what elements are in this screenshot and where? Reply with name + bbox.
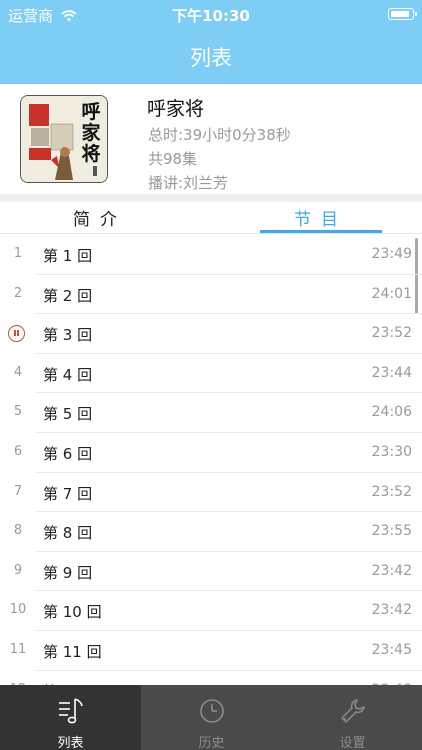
episode-number: 11 — [9, 641, 27, 657]
pause-icon[interactable] — [8, 325, 25, 343]
episode-row[interactable]: 第 3 回 23:52 — [8, 314, 422, 354]
episode-duration: 23:42 — [371, 562, 412, 579]
tabbar-item-list[interactable]: 列表 — [0, 685, 141, 750]
episode-row[interactable]: 1 第 1 回 23:49 — [14, 235, 422, 275]
tab-active-indicator — [260, 230, 382, 233]
book-info: 呼家将 呼家将 总时:39小时0分38秒 共98集 播讲:刘兰芳 — [0, 84, 422, 194]
music-list-icon — [58, 698, 83, 724]
episode-number: 4 — [13, 364, 23, 380]
episode-number: 5 — [13, 404, 23, 420]
episode-number: 1 — [13, 246, 23, 261]
tabbar-item-settings[interactable]: 设置 — [282, 685, 422, 750]
episode-title: 第 1 回 — [43, 247, 93, 265]
episode-title: 第 6 回 — [43, 444, 93, 463]
episode-title: 第 8 回 — [43, 524, 93, 543]
episode-title: 第 10 回 — [43, 603, 102, 622]
status-time: 下午10:30 — [172, 7, 250, 25]
header: 运营商 下午10:30 列表 — [0, 0, 422, 84]
episode-duration: 23:49 — [371, 246, 412, 262]
status-bar: 运营商 下午10:30 — [0, 0, 422, 28]
section-divider — [0, 194, 422, 202]
book-cover: 呼家将 — [20, 95, 108, 183]
tab-bar: 列表 历史 设置 — [0, 685, 422, 750]
episode-list[interactable]: 1 第 1 回 23:49 2 第 2 回 24:01 第 3 回 23:52 4 第 4 回 23… — [0, 235, 422, 685]
episode-duration: 23:30 — [371, 443, 412, 460]
episode-row[interactable]: 10 第 10 回 23:42 — [10, 591, 422, 631]
episode-duration: 23:42 — [371, 602, 412, 619]
episode-row[interactable]: 2 第 2 回 24:01 — [14, 275, 422, 315]
episode-title: 第 7 回 — [43, 484, 93, 503]
tab-intro[interactable]: 简介 — [40, 205, 160, 230]
book-episode-count: 共98集 — [148, 150, 198, 168]
episode-number: 10 — [9, 602, 27, 618]
episode-row[interactable]: 7 第 7 回 23:52 — [14, 473, 422, 513]
episode-row[interactable]: 5 第 5 回 24:06 — [14, 393, 422, 433]
book-duration: 总时:39小时0分38秒 — [148, 126, 291, 144]
episode-duration: 23:45 — [371, 641, 412, 658]
book-narrator: 播讲:刘兰芳 — [148, 174, 229, 192]
episode-row[interactable]: 6 第 6 回 23:30 — [14, 433, 422, 473]
episode-row[interactable]: 9 第 9 回 23:42 — [14, 552, 422, 592]
episode-title: 第 9 回 — [43, 563, 93, 582]
episode-duration: 24:06 — [371, 404, 412, 421]
episode-duration: 23:52 — [371, 483, 412, 500]
episode-duration: 23:55 — [371, 523, 412, 540]
cover-title: 呼家将 — [81, 101, 101, 165]
page-title: 列表 — [190, 46, 232, 70]
wrench-icon — [340, 699, 365, 723]
episode-row[interactable]: 12第 12 回23:48 — [10, 671, 422, 685]
episode-row[interactable]: 11 第 11 回 23:45 — [10, 631, 422, 671]
episode-number: 8 — [13, 523, 23, 539]
episode-number: 9 — [13, 562, 23, 578]
tabbar-label-list: 列表 — [57, 736, 84, 750]
episode-row[interactable]: 4 第 4 回 23:44 — [14, 354, 422, 394]
episode-row[interactable]: 8 第 8 回 23:55 — [14, 512, 422, 552]
episode-duration: 23:44 — [371, 364, 412, 381]
book-title: 呼家将 — [147, 98, 205, 120]
segment-tabs: 简介 节目 — [0, 202, 422, 234]
tabbar-label-settings: 设置 — [339, 736, 366, 750]
episode-number: 7 — [13, 483, 23, 499]
episode-duration: 24:01 — [371, 285, 412, 302]
tab-episodes[interactable]: 节目 — [260, 205, 382, 230]
battery-icon — [388, 8, 417, 20]
episode-number: 6 — [13, 443, 23, 459]
episode-title: 第 2 回 — [43, 286, 93, 305]
episode-title: 第 3 回 — [43, 326, 93, 345]
tabbar-item-history[interactable]: 历史 — [141, 685, 282, 750]
episode-title: 第 5 回 — [43, 405, 93, 424]
episode-title: 第 11 回 — [43, 642, 102, 661]
episode-number: 2 — [13, 285, 23, 301]
episode-title: 第 4 回 — [43, 365, 93, 384]
episode-duration: 23:52 — [371, 325, 412, 342]
clock-icon — [199, 699, 224, 723]
tabbar-label-history: 历史 — [198, 736, 225, 750]
